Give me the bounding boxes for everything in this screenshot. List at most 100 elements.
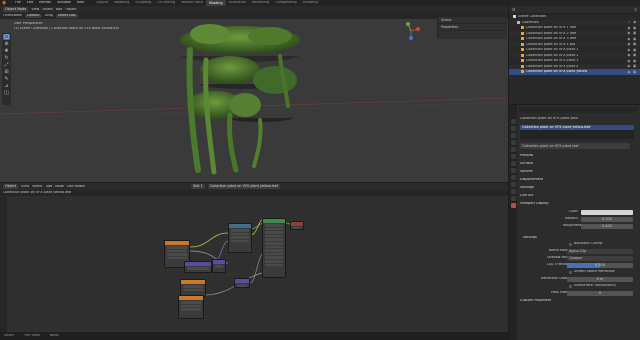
outliner-item-label: Collection plant on VFX plant 2 bbox=[526, 53, 579, 57]
mapping-node[interactable] bbox=[184, 261, 212, 273]
refraction-depth-field[interactable]: 0 m bbox=[567, 276, 633, 282]
material-slot-item[interactable]: Collection plant on VFX plant yellow.lea… bbox=[520, 125, 634, 131]
section-label: Preview bbox=[520, 154, 534, 158]
menu-file[interactable]: File bbox=[12, 1, 24, 4]
checkbox[interactable] bbox=[569, 270, 572, 274]
section-custom-properties[interactable]: Custom Properties bbox=[520, 298, 551, 304]
material-slot-list[interactable]: Collection plant on VFX plant yellow.lea… bbox=[520, 125, 634, 139]
menu-help[interactable]: Help bbox=[74, 1, 88, 4]
visibility-toggles[interactable]: ◉ ▣ bbox=[627, 37, 640, 41]
menu-render[interactable]: Render bbox=[36, 1, 54, 4]
section-displacement[interactable]: Displacement bbox=[520, 177, 543, 183]
particles-tab-icon[interactable] bbox=[510, 175, 516, 180]
visibility-toggles[interactable]: ◉ ▣ bbox=[627, 59, 640, 63]
modifier-tab-icon[interactable] bbox=[510, 168, 516, 173]
move-tool-icon[interactable]: ✥ bbox=[3, 48, 10, 54]
tab-scripting[interactable]: Scripting bbox=[300, 1, 321, 4]
world-tab-icon[interactable] bbox=[510, 154, 516, 159]
properties-search[interactable] bbox=[519, 107, 637, 113]
visibility-toggles[interactable]: ◉ ▣ bbox=[627, 53, 640, 57]
image-texture-node-3[interactable] bbox=[178, 295, 204, 319]
tab-texture-paint[interactable]: Texture Paint bbox=[178, 1, 206, 4]
color-ramp-node[interactable] bbox=[228, 223, 252, 253]
checkbox[interactable] bbox=[569, 242, 572, 246]
visibility-toggles[interactable]: ◉ ▣ bbox=[627, 42, 640, 46]
section-preview[interactable]: Preview bbox=[520, 153, 533, 159]
output-tab-icon[interactable] bbox=[510, 133, 516, 138]
rotate-tool-icon[interactable]: ↻ bbox=[3, 55, 10, 61]
visibility-toggles[interactable]: ◉ ▣ bbox=[627, 31, 640, 35]
view-layer-tab-icon[interactable] bbox=[510, 140, 516, 145]
visibility-toggles[interactable]: ◉ ▣ bbox=[627, 64, 640, 68]
tool-tab-icon[interactable] bbox=[510, 119, 516, 124]
blender-logo-icon[interactable]: ◉ bbox=[2, 0, 9, 6]
shadow-mode-dropdown[interactable]: Opaque bbox=[567, 255, 633, 261]
uv-map-node[interactable] bbox=[212, 259, 226, 273]
section-label: Displacement bbox=[520, 178, 544, 182]
checkbox[interactable] bbox=[569, 284, 572, 288]
cursor-tool-icon[interactable]: ⊕ bbox=[3, 41, 10, 47]
viewport-color-swatch[interactable] bbox=[581, 209, 633, 215]
object-tab-icon[interactable] bbox=[510, 161, 516, 166]
outliner-header: ☰ ⚲ bbox=[509, 6, 640, 14]
filter-icon[interactable]: ⚲ bbox=[635, 8, 640, 12]
sidebar-scene-item[interactable]: Scene bbox=[438, 17, 507, 24]
3d-viewport[interactable]: Object Mode View Select Add Object Orien… bbox=[0, 6, 508, 182]
backface-culling-row[interactable]: Backface Culling bbox=[569, 241, 602, 247]
transform-tool-icon[interactable]: ⊞ bbox=[3, 69, 10, 75]
pass-index-field[interactable]: 0 bbox=[567, 290, 633, 296]
select-box-tool-icon[interactable]: ▢ bbox=[3, 34, 10, 40]
metallic-label: Metallic bbox=[565, 216, 578, 222]
plant-model[interactable] bbox=[170, 20, 310, 178]
scale-tool-icon[interactable]: ⤢ bbox=[3, 62, 10, 68]
tab-modeling[interactable]: Modeling bbox=[111, 1, 132, 4]
principled-bsdf-node[interactable] bbox=[262, 218, 286, 278]
section-settings[interactable]: Settings bbox=[520, 185, 534, 191]
annotate-tool-icon[interactable]: ✎ bbox=[3, 76, 10, 82]
visibility-toggles[interactable]: ✓ ◉ bbox=[628, 20, 640, 24]
render-tab-icon[interactable] bbox=[510, 126, 516, 131]
visibility-toggles[interactable]: ◉ ▣ bbox=[627, 26, 640, 30]
settings-subpanel[interactable]: Settings bbox=[523, 235, 537, 241]
clip-threshold-slider[interactable]: 0.500 bbox=[567, 262, 633, 268]
display-mode-icon[interactable]: ☰ bbox=[512, 8, 515, 12]
material-output-node[interactable] bbox=[290, 221, 304, 230]
section-line-art[interactable]: Line Art bbox=[520, 193, 533, 199]
visibility-toggles[interactable]: ◉ ▣ bbox=[627, 70, 640, 74]
constraints-tab-icon[interactable] bbox=[510, 189, 516, 194]
collection-icon bbox=[513, 15, 516, 19]
section-viewport-display[interactable]: Viewport Display bbox=[520, 201, 549, 207]
tab-animation[interactable]: Animation bbox=[226, 1, 249, 4]
view-name: User Perspective bbox=[14, 22, 43, 25]
tab-uv-editing[interactable]: UV Editing bbox=[154, 1, 178, 4]
material-tab-icon[interactable] bbox=[510, 203, 516, 208]
blend-mode-dropdown[interactable]: Alpha Clip bbox=[567, 248, 633, 254]
scene-tab-icon[interactable] bbox=[510, 147, 516, 152]
material-selector[interactable]: Collection plant on VFX plant leaf bbox=[520, 143, 630, 149]
active-object-path: (1) Scene Collection | Collection plant … bbox=[14, 26, 120, 30]
tab-sculpting[interactable]: Sculpting bbox=[132, 1, 154, 4]
roughness-field[interactable]: 0.400 bbox=[581, 223, 633, 229]
object-name-row: Collection plant on VFX plant yello bbox=[520, 116, 638, 122]
tab-rendering[interactable]: Rendering bbox=[249, 1, 272, 4]
physics-tab-icon[interactable] bbox=[510, 182, 516, 187]
measure-tool-icon[interactable]: ⊿ bbox=[3, 83, 10, 89]
outliner-item-selected[interactable]: Collection plant on VFX plant yellow ◉ ▣ bbox=[509, 69, 640, 75]
tab-compositing[interactable]: Compositing bbox=[272, 1, 299, 4]
screen-space-refraction-row[interactable]: Screen Space Refraction bbox=[569, 269, 615, 275]
status-bar: Select Pan View Node bbox=[0, 332, 508, 340]
add-cube-tool-icon[interactable]: ◫ bbox=[3, 90, 10, 96]
navigation-gizmo-icon[interactable] bbox=[400, 20, 422, 42]
sidebar-properties-item[interactable]: Properties bbox=[438, 24, 507, 31]
normal-map-node[interactable] bbox=[234, 278, 250, 288]
visibility-toggles[interactable]: ◉ ▣ bbox=[627, 48, 640, 52]
data-tab-icon[interactable] bbox=[510, 196, 516, 201]
shader-node-editor[interactable]: Object View Select Add Node Use Nodes Sl… bbox=[0, 183, 508, 340]
menu-edit[interactable]: Edit bbox=[24, 1, 37, 4]
section-surface[interactable]: Surface bbox=[520, 161, 533, 167]
subsurface-translucency-row[interactable]: Subsurface Translucency bbox=[569, 283, 616, 289]
menu-window[interactable]: Window bbox=[54, 1, 73, 4]
section-volume[interactable]: Volume bbox=[520, 169, 533, 175]
metallic-field[interactable]: 0.000 bbox=[581, 216, 633, 222]
tab-layout[interactable]: Layout bbox=[93, 1, 111, 4]
